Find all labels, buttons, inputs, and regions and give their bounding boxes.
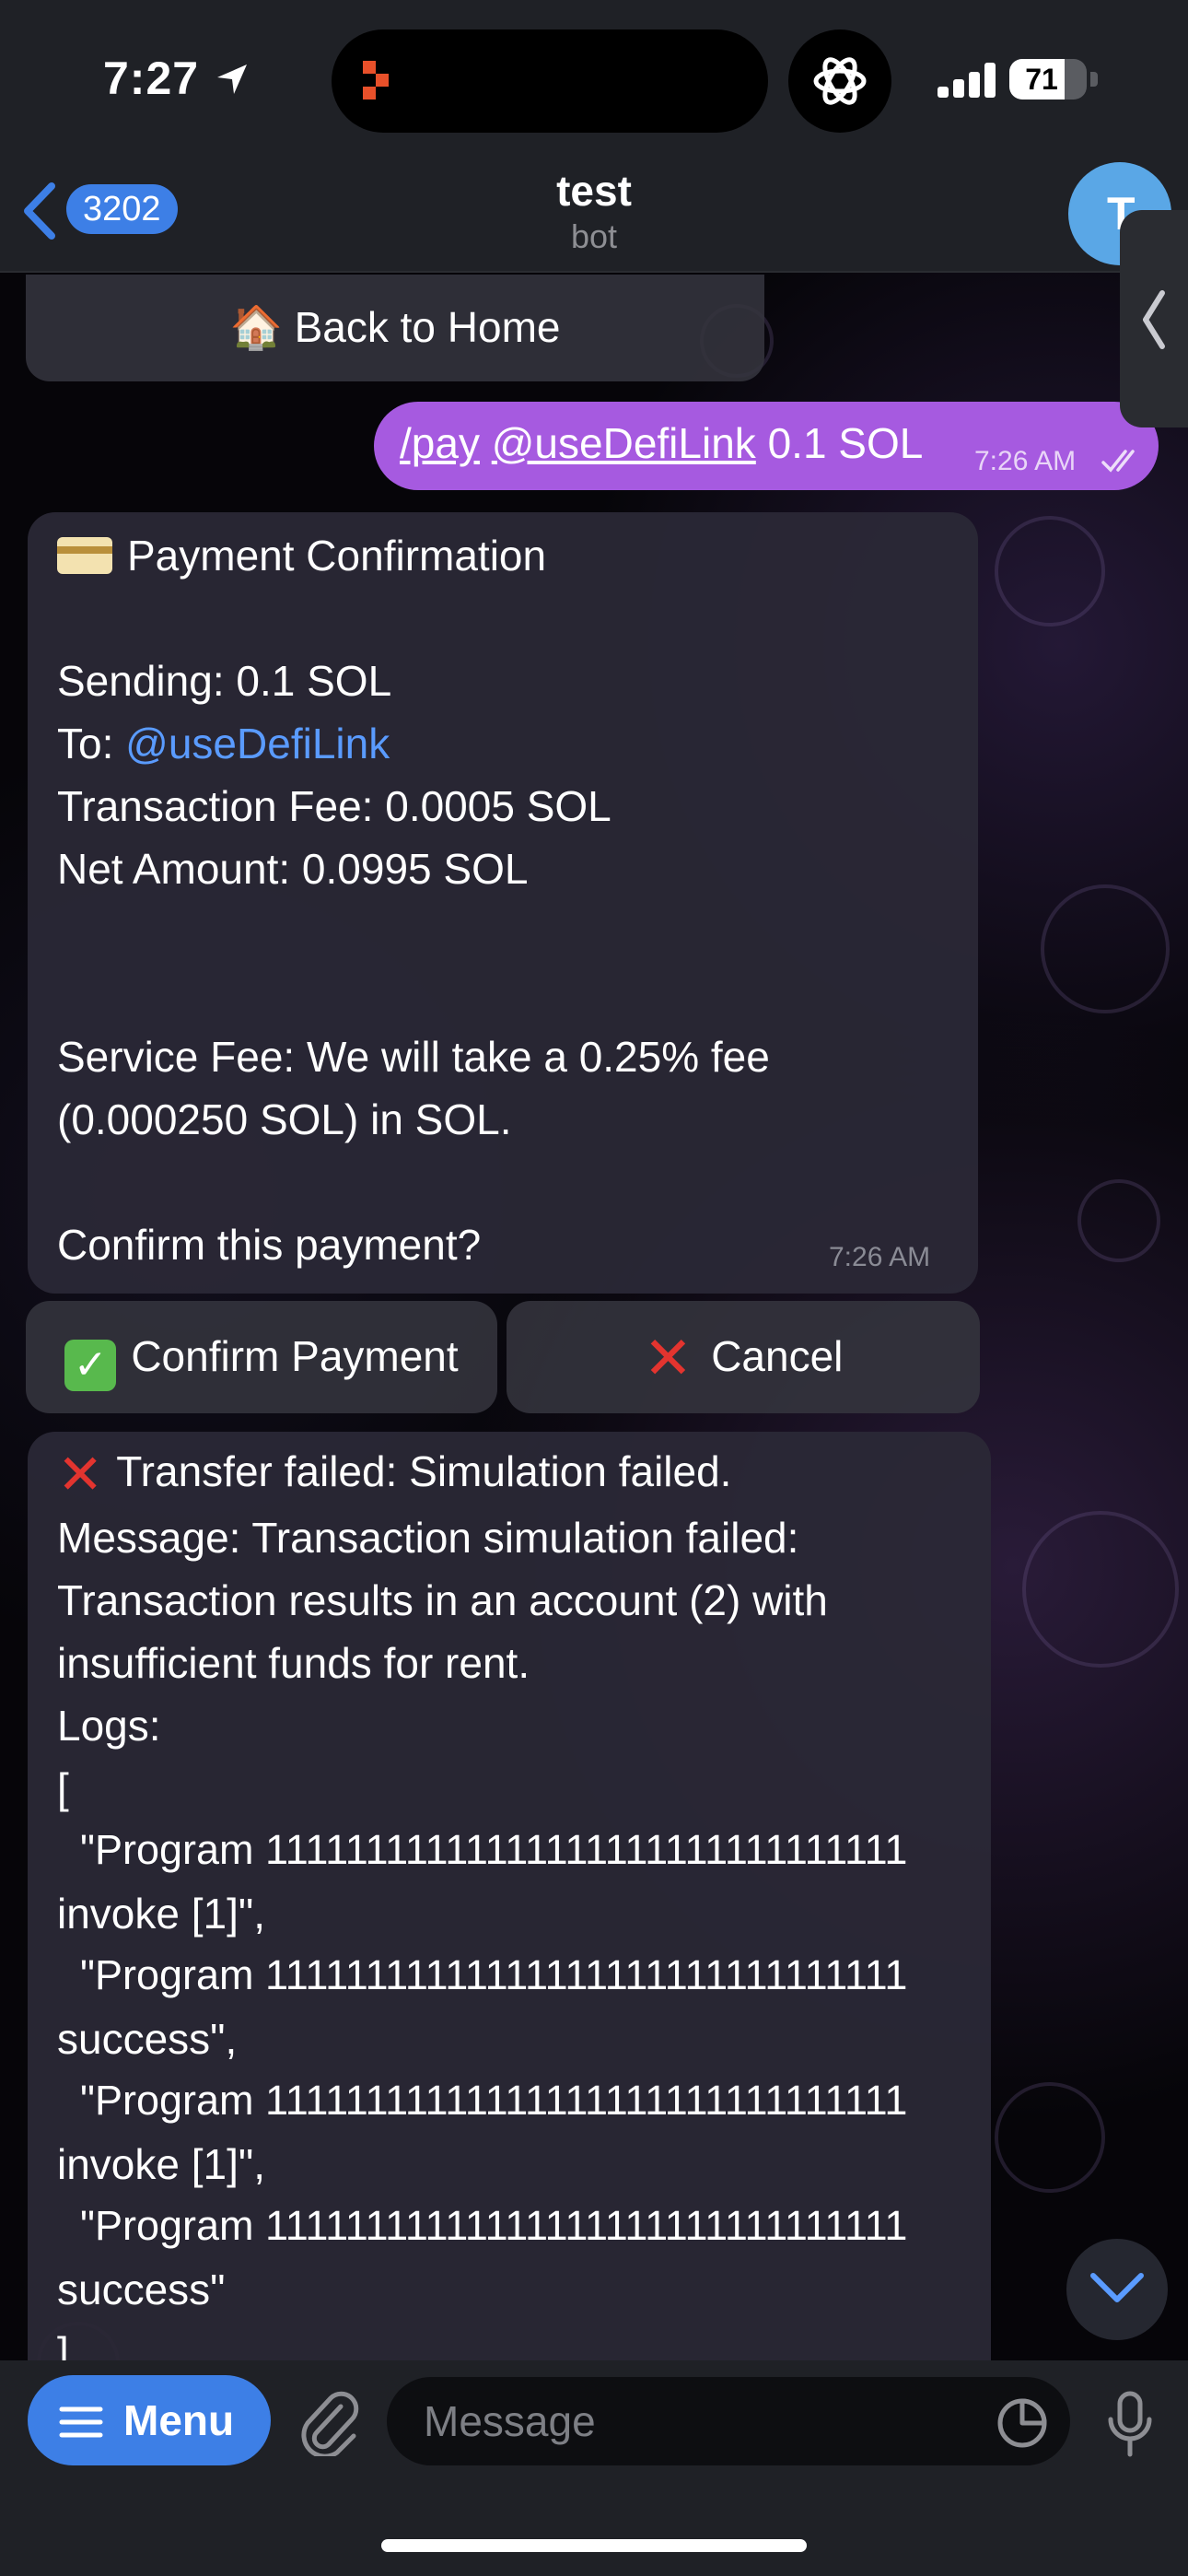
error-line: invoke [1]", — [57, 1890, 266, 1938]
location-arrow-icon — [217, 64, 247, 94]
chat-header: 3202 test bot T — [0, 157, 1188, 273]
app-activity-icon — [363, 61, 389, 100]
command-link[interactable]: /pay — [400, 419, 480, 467]
sending-line: Sending: 0.1 SOL — [57, 657, 392, 705]
error-line: Logs: — [57, 1702, 161, 1750]
error-line: success", — [57, 2015, 238, 2063]
message-list[interactable]: 🏠 Back to Home /pay @useDefiLink 0.1 SOL… — [0, 275, 1188, 2360]
battery-cap — [1090, 72, 1098, 87]
error-line: "Program 1111111111111111111111111111111… — [57, 1826, 908, 1873]
recipient-mention-link[interactable]: @useDefiLink — [125, 720, 390, 767]
status-bar: 7:27 71 — [0, 0, 1188, 157]
cancel-button[interactable]: ✕ Cancel — [507, 1301, 980, 1413]
error-line: Message: Transaction simulation failed: — [57, 1514, 799, 1562]
paperclip-icon[interactable] — [297, 2386, 361, 2456]
ai-assistant-icon — [813, 57, 867, 105]
read-receipt-icon — [1101, 450, 1135, 473]
service-fee-line-2: (0.000250 SOL) in SOL. — [57, 1095, 512, 1143]
message-time: 7:26 AM — [974, 446, 1077, 476]
error-line: success" — [57, 2266, 226, 2313]
amount-text: 0.1 SOL — [767, 419, 924, 467]
cross-mark-icon: ✕ — [643, 1325, 693, 1391]
confirmation-title: Payment Confirmation — [57, 531, 546, 580]
net-amount-line: Net Amount: 0.0995 SOL — [57, 845, 529, 893]
payment-confirmation-message[interactable]: Payment Confirmation Sending: 0.1 SOL To… — [28, 512, 978, 1294]
home-indicator[interactable] — [381, 2539, 807, 2552]
chevron-left-icon — [1143, 290, 1165, 349]
back-to-home-button[interactable]: 🏠 Back to Home — [26, 275, 764, 381]
battery-icon: 71 — [1009, 59, 1087, 100]
battery-level: 71 — [1025, 63, 1058, 96]
confirm-payment-button[interactable]: ✓ Confirm Payment — [26, 1301, 497, 1413]
error-line: "Program 1111111111111111111111111111111… — [57, 2077, 908, 2124]
error-line: "Program 1111111111111111111111111111111… — [57, 1951, 908, 1998]
dynamic-island-activity — [788, 29, 891, 133]
fee-line: Transaction Fee: 0.0005 SOL — [57, 782, 611, 830]
error-line: Transaction results in an account (2) wi… — [57, 1576, 828, 1624]
check-mark-icon: ✓ — [64, 1340, 117, 1391]
side-panel-handle[interactable] — [1120, 210, 1188, 427]
error-line: [ — [57, 1764, 69, 1812]
mention-link[interactable]: @useDefiLink — [492, 419, 756, 467]
outgoing-message[interactable]: /pay @useDefiLink 0.1 SOL 7:26 AM — [374, 402, 1159, 490]
message-input[interactable] — [424, 2394, 976, 2449]
confirm-question: Confirm this payment? — [57, 1221, 482, 1269]
error-line: invoke [1]", — [57, 2140, 266, 2188]
error-line: "Program 1111111111111111111111111111111… — [57, 2202, 908, 2249]
clock: 7:27 — [103, 53, 200, 104]
menu-icon — [59, 2406, 103, 2438]
chat-title[interactable]: test — [0, 166, 1188, 216]
outgoing-message-text: /pay @useDefiLink 0.1 SOL — [400, 418, 923, 468]
chat-subtitle: bot — [570, 217, 618, 255]
error-line: ✕ Transfer failed: Simulation failed. — [57, 1444, 732, 1505]
chevron-down-icon — [1090, 2273, 1144, 2302]
credit-card-icon — [57, 537, 112, 574]
cross-mark-icon: ✕ — [57, 1444, 104, 1505]
sticker-icon[interactable] — [995, 2395, 1050, 2451]
error-line: ] — [57, 2328, 69, 2360]
cellular-signal-icon — [938, 63, 996, 98]
message-input-container[interactable] — [387, 2377, 1070, 2465]
microphone-icon[interactable] — [1105, 2390, 1155, 2458]
message-time: 7:26 AM — [829, 1242, 931, 1272]
scroll-to-bottom-button[interactable] — [1066, 2239, 1168, 2340]
service-fee-line-1: Service Fee: We will take a 0.25% fee — [57, 1033, 770, 1081]
to-line: To: @useDefiLink — [57, 720, 390, 767]
transfer-error-message[interactable]: ✕ Transfer failed: Simulation failed. Mes… — [28, 1432, 991, 2360]
error-line: insufficient funds for rent. — [57, 1639, 530, 1687]
menu-label: Menu — [123, 2396, 235, 2444]
bot-menu-button[interactable]: Menu — [28, 2375, 271, 2465]
